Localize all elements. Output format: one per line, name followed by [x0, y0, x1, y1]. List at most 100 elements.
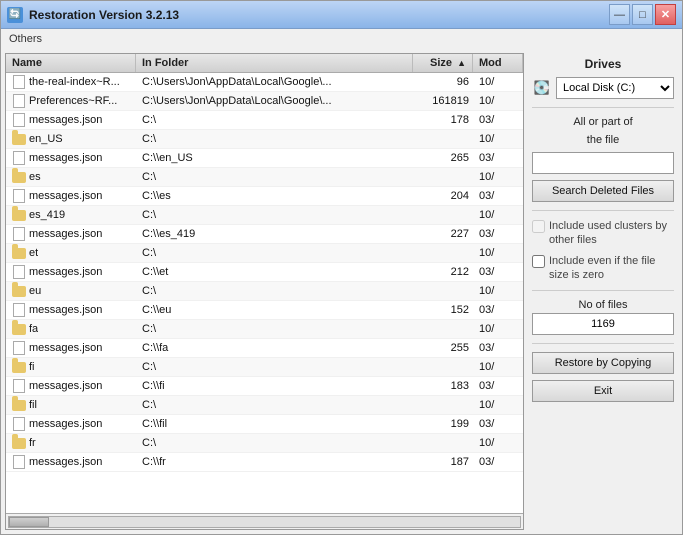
cell-folder: C:\	[136, 169, 413, 185]
horizontal-scrollbar[interactable]	[6, 513, 523, 529]
cell-name: messages.json	[6, 453, 136, 471]
cell-modified: 03/	[473, 188, 523, 204]
scrollbar-track[interactable]	[8, 516, 521, 528]
restore-button[interactable]: Restore by Copying	[532, 352, 674, 374]
folder-icon	[12, 322, 26, 336]
cell-size: 183	[413, 378, 473, 394]
column-header-folder[interactable]: In Folder	[136, 54, 413, 72]
cell-size	[413, 403, 473, 407]
table-row[interactable]: messages.json C:\\eu 152 03/	[6, 301, 523, 320]
cell-name: et	[6, 244, 136, 262]
cell-folder: C:\\fa	[136, 340, 413, 356]
no-files-value	[532, 313, 674, 335]
cell-name: en_US	[6, 130, 136, 148]
folder-icon	[12, 170, 26, 184]
file-icon	[12, 94, 26, 108]
close-button[interactable]: ✕	[655, 4, 676, 25]
table-row[interactable]: messages.json C:\\et 212 03/	[6, 263, 523, 282]
cell-name: es	[6, 168, 136, 186]
cell-size: 265	[413, 150, 473, 166]
table-row[interactable]: messages.json C:\\es 204 03/	[6, 187, 523, 206]
divider-2	[532, 210, 674, 211]
table-row[interactable]: fr C:\ 10/	[6, 434, 523, 453]
table-row[interactable]: messages.json C:\\fr 187 03/	[6, 453, 523, 472]
cell-modified: 03/	[473, 454, 523, 470]
cell-modified: 10/	[473, 321, 523, 337]
file-name-text: messages.json	[29, 228, 102, 240]
search-button[interactable]: Search Deleted Files	[532, 180, 674, 202]
table-row[interactable]: es C:\ 10/	[6, 168, 523, 187]
cell-size	[413, 213, 473, 217]
cell-folder: C:\	[136, 131, 413, 147]
exit-button[interactable]: Exit	[532, 380, 674, 402]
table-row[interactable]: fi C:\ 10/	[6, 358, 523, 377]
checkbox-filesize-zero[interactable]	[532, 255, 545, 268]
cell-size: 178	[413, 112, 473, 128]
checkbox-used-clusters-label: Include used clusters by other files	[549, 219, 674, 248]
cell-modified: 03/	[473, 340, 523, 356]
cell-size: 187	[413, 454, 473, 470]
minimize-button[interactable]: —	[609, 4, 630, 25]
cell-modified: 10/	[473, 245, 523, 261]
checkbox-used-clusters[interactable]	[532, 220, 545, 233]
scrollbar-thumb[interactable]	[9, 517, 49, 527]
drive-select[interactable]: Local Disk (C:)	[556, 77, 674, 99]
file-name-text: et	[29, 247, 38, 259]
column-header-name[interactable]: Name	[6, 54, 136, 72]
cell-modified: 03/	[473, 302, 523, 318]
file-icon	[12, 341, 26, 355]
drive-icon: 💽	[532, 80, 552, 96]
cell-folder: C:\\fi	[136, 378, 413, 394]
cell-folder: C:\\et	[136, 264, 413, 280]
table-row[interactable]: messages.json C:\\en_US 265 03/	[6, 149, 523, 168]
sort-arrow-icon: ▲	[457, 58, 466, 68]
cell-size	[413, 327, 473, 331]
file-name-text: messages.json	[29, 342, 102, 354]
table-body[interactable]: the-real-index~R... C:\Users\Jon\AppData…	[6, 73, 523, 513]
table-row[interactable]: messages.json C:\\fa 255 03/	[6, 339, 523, 358]
cell-folder: C:\\en_US	[136, 150, 413, 166]
cell-name: messages.json	[6, 263, 136, 281]
cell-size: 96	[413, 74, 473, 90]
file-name-text: fr	[29, 437, 36, 449]
table-row[interactable]: messages.json C:\\es_419 227 03/	[6, 225, 523, 244]
column-header-size[interactable]: Size ▲	[413, 54, 473, 72]
table-row[interactable]: eu C:\ 10/	[6, 282, 523, 301]
divider-4	[532, 343, 674, 344]
cell-folder: C:\Users\Jon\AppData\Local\Google\...	[136, 93, 413, 109]
section-label: Others	[1, 29, 682, 49]
cell-folder: C:\	[136, 207, 413, 223]
file-name-text: messages.json	[29, 152, 102, 164]
table-row[interactable]: fa C:\ 10/	[6, 320, 523, 339]
table-row[interactable]: Preferences~RF... C:\Users\Jon\AppData\L…	[6, 92, 523, 111]
file-name-text: Preferences~RF...	[29, 95, 117, 107]
table-row[interactable]: the-real-index~R... C:\Users\Jon\AppData…	[6, 73, 523, 92]
table-row[interactable]: fil C:\ 10/	[6, 396, 523, 415]
maximize-button[interactable]: □	[632, 4, 653, 25]
cell-name: fi	[6, 358, 136, 376]
file-panel: Name In Folder Size ▲ Mod the-real-index…	[5, 53, 524, 530]
table-header: Name In Folder Size ▲ Mod	[6, 54, 523, 73]
cell-name: messages.json	[6, 187, 136, 205]
no-files-label: No of files	[532, 299, 674, 311]
table-row[interactable]: messages.json C:\ 178 03/	[6, 111, 523, 130]
cell-size: 204	[413, 188, 473, 204]
folder-icon	[12, 284, 26, 298]
cell-modified: 10/	[473, 169, 523, 185]
table-row[interactable]: es_419 C:\ 10/	[6, 206, 523, 225]
table-row[interactable]: messages.json C:\\fi 183 03/	[6, 377, 523, 396]
table-row[interactable]: et C:\ 10/	[6, 244, 523, 263]
cell-folder: C:\	[136, 321, 413, 337]
title-bar: 🔄 Restoration Version 3.2.13 — □ ✕	[1, 1, 682, 29]
cell-name: messages.json	[6, 377, 136, 395]
file-icon	[12, 303, 26, 317]
file-icon	[12, 75, 26, 89]
search-label-line2: the file	[532, 134, 674, 146]
table-row[interactable]: messages.json C:\\fil 199 03/	[6, 415, 523, 434]
cell-modified: 03/	[473, 378, 523, 394]
cell-modified: 03/	[473, 112, 523, 128]
file-name-text: en_US	[29, 133, 63, 145]
column-header-modified[interactable]: Mod	[473, 54, 523, 72]
table-row[interactable]: en_US C:\ 10/	[6, 130, 523, 149]
search-input[interactable]	[532, 152, 674, 174]
